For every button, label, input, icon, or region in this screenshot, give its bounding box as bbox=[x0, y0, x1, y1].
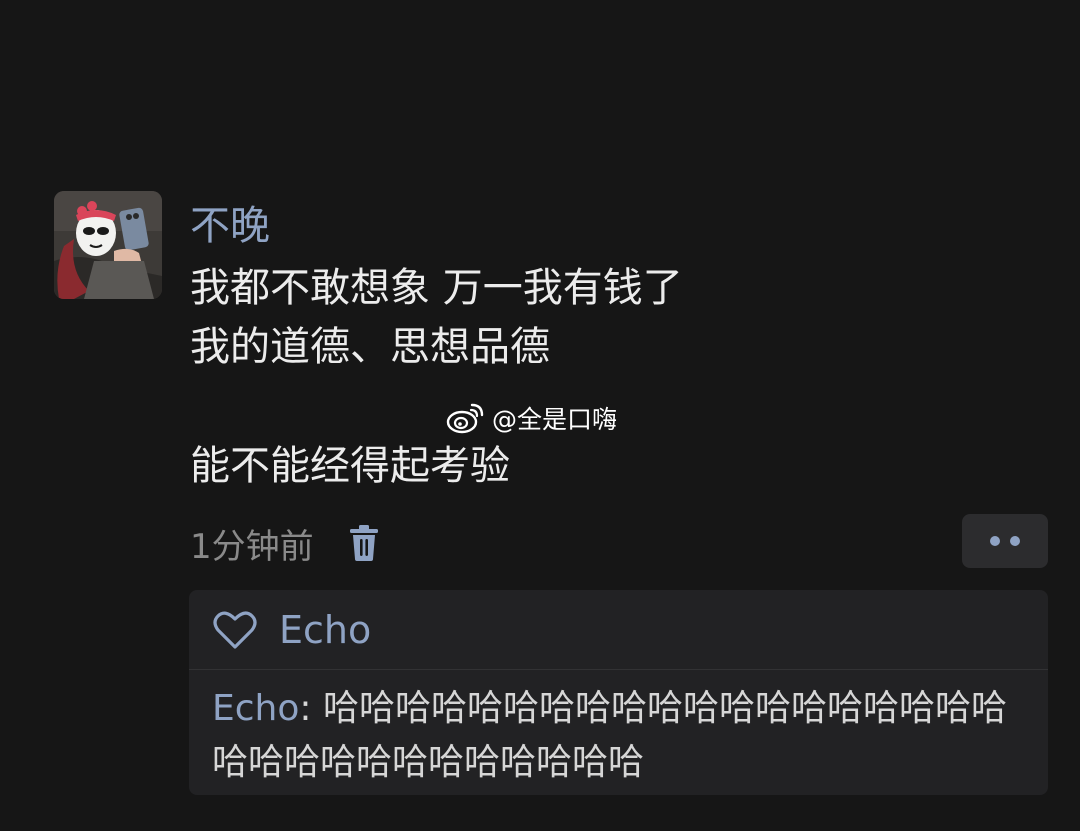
more-dots-icon bbox=[990, 536, 1000, 546]
reply-body: 哈哈哈哈哈哈哈哈哈哈哈哈哈哈哈哈哈哈哈哈哈哈哈哈哈哈哈哈哈哈哈 bbox=[212, 688, 1007, 783]
likes-and-replies-panel: Echo Echo: 哈哈哈哈哈哈哈哈哈哈哈哈哈哈哈哈哈哈哈哈哈哈哈哈哈哈哈哈哈… bbox=[189, 590, 1048, 795]
more-options-button[interactable] bbox=[962, 514, 1048, 568]
reply-comment[interactable]: Echo: 哈哈哈哈哈哈哈哈哈哈哈哈哈哈哈哈哈哈哈哈哈哈哈哈哈哈哈哈哈哈哈 bbox=[212, 682, 1032, 790]
heart-icon[interactable] bbox=[213, 610, 257, 650]
timestamp: 1分钟前 bbox=[190, 526, 314, 567]
avatar[interactable] bbox=[54, 191, 162, 299]
watermark: @全是口嗨 bbox=[446, 400, 617, 436]
post-content-line: 我的道德、思想品德 bbox=[190, 324, 550, 370]
post-meta: 1分钟前 bbox=[190, 516, 380, 570]
post-content-line: 能不能经得起考验 bbox=[190, 443, 510, 489]
reply-author[interactable]: Echo bbox=[212, 688, 299, 729]
reply-separator: : bbox=[299, 688, 323, 729]
trash-icon[interactable] bbox=[348, 523, 380, 563]
liker-name[interactable]: Echo bbox=[279, 608, 371, 652]
watermark-text: @全是口嗨 bbox=[492, 405, 618, 434]
more-dots-icon bbox=[1010, 536, 1020, 546]
username[interactable]: 不晚 bbox=[190, 200, 270, 252]
likes-row: Echo bbox=[189, 590, 1048, 670]
weibo-logo-icon bbox=[446, 403, 484, 434]
post-content-line: 我都不敢想象 万一我有钱了 bbox=[190, 265, 683, 311]
